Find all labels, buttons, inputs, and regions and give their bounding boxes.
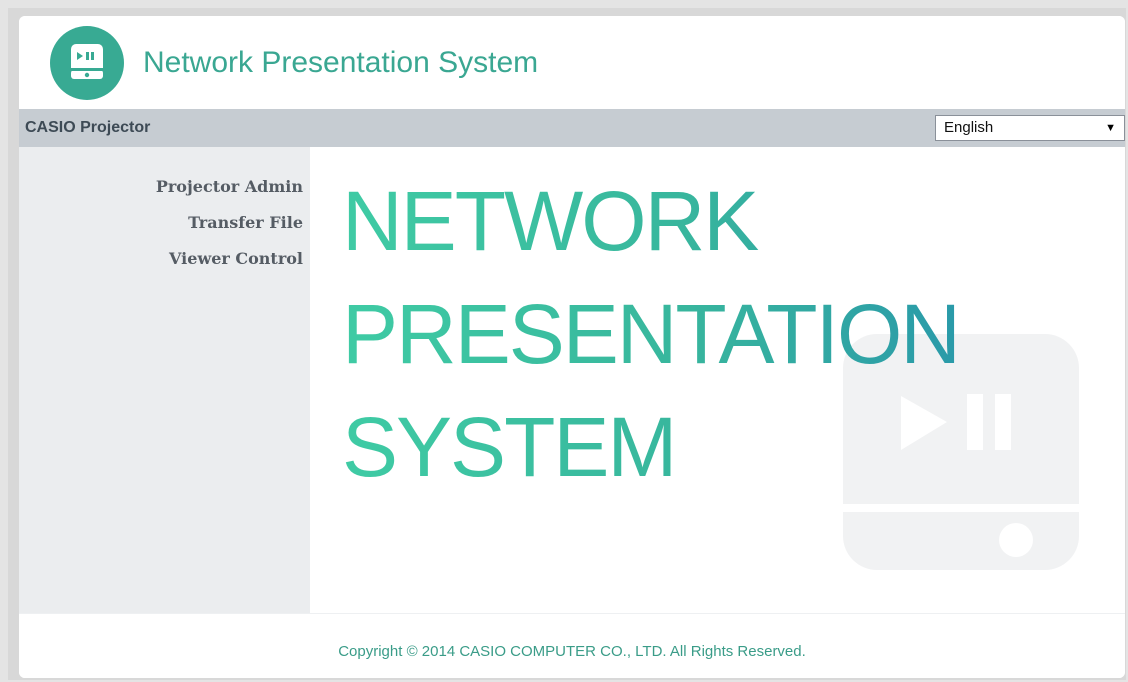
sidebar-nav: Projector Admin Transfer File Viewer Con… bbox=[19, 169, 310, 277]
sidebar-item-viewer-control[interactable]: Viewer Control bbox=[19, 241, 310, 277]
sidebar-item-projector-admin[interactable]: Projector Admin bbox=[19, 169, 310, 205]
play-pause-monitor-icon bbox=[71, 44, 103, 79]
language-select[interactable]: English ▼ bbox=[935, 115, 1125, 141]
main-content: NETWORK PRESENTATION SYSTEM bbox=[310, 147, 1125, 613]
copyright-text: Copyright © 2014 CASIO COMPUTER CO., LTD… bbox=[338, 643, 806, 660]
hero-line: NETWORK bbox=[342, 174, 758, 268]
footer: Copyright © 2014 CASIO COMPUTER CO., LTD… bbox=[19, 613, 1125, 678]
dropdown-arrow-icon: ▼ bbox=[1105, 122, 1116, 134]
app-logo bbox=[50, 26, 124, 100]
brand-label: CASIO Projector bbox=[25, 119, 151, 136]
app-title: Network Presentation System bbox=[143, 46, 539, 79]
hero-line: PRESENTATION bbox=[342, 287, 959, 381]
sidebar: Projector Admin Transfer File Viewer Con… bbox=[19, 147, 310, 613]
hero-title: NETWORK PRESENTATION SYSTEM bbox=[342, 165, 959, 504]
header: Network Presentation System bbox=[19, 16, 1125, 109]
language-selected-value: English bbox=[944, 119, 994, 136]
sidebar-item-transfer-file[interactable]: Transfer File bbox=[19, 205, 310, 241]
hero-line: SYSTEM bbox=[342, 400, 676, 494]
page-card: Network Presentation System CASIO Projec… bbox=[19, 16, 1125, 678]
top-bar: CASIO Projector English ▼ bbox=[19, 109, 1125, 147]
